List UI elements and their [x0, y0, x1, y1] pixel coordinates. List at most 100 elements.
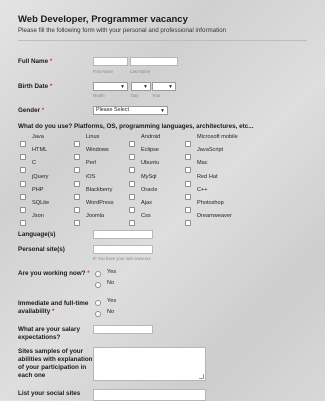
- working-no-radio[interactable]: [95, 282, 101, 288]
- checkbox-label: Ajax: [141, 200, 152, 206]
- checkbox-label: SQLite: [32, 200, 50, 206]
- platform-checkbox[interactable]: [74, 180, 80, 187]
- checkbox-label: MySql: [141, 173, 157, 180]
- platform-checkbox[interactable]: [129, 141, 135, 147]
- availability-no-label: No: [107, 309, 115, 315]
- checkbox-label: C: [32, 160, 37, 167]
- platform-checkbox[interactable]: [74, 220, 80, 227]
- required-mark: *: [49, 58, 53, 65]
- checkbox-label: Red Hat: [197, 173, 218, 180]
- platform-checkbox[interactable]: [129, 154, 135, 161]
- platform-checkbox[interactable]: [129, 167, 135, 174]
- platform-checkbox[interactable]: [185, 141, 191, 147]
- platform-checkbox[interactable]: [74, 193, 80, 200]
- checkbox-label: Css: [141, 213, 151, 220]
- birth-year-select[interactable]: ▼: [152, 82, 176, 91]
- platform-checkbox[interactable]: [20, 167, 26, 174]
- platform-checkbox[interactable]: [20, 220, 26, 227]
- gender-label: Gender *: [18, 107, 44, 115]
- working-now-label-text: Are you working now?: [18, 270, 86, 277]
- chevron-down-icon: ▼: [143, 84, 148, 90]
- required-mark: *: [49, 83, 53, 90]
- checkbox-label: PHP: [32, 186, 44, 193]
- platform-checkbox[interactable]: [74, 154, 80, 161]
- checkbox-label: Microsoft mobile: [197, 134, 238, 140]
- checkbox-label: C++: [197, 186, 208, 193]
- platform-checkbox[interactable]: [20, 154, 26, 161]
- checkbox-label: JavaScript: [197, 147, 224, 154]
- availability-no-radio[interactable]: [95, 311, 101, 317]
- languages-input[interactable]: [93, 230, 153, 239]
- full-name-label: Full Name *: [18, 58, 52, 66]
- personal-sites-hint: IF You have your own www.xxx: [93, 256, 151, 261]
- platform-checkbox[interactable]: [129, 207, 135, 213]
- checkbox-label: Blackberry: [86, 186, 113, 193]
- platform-checkbox[interactable]: [185, 193, 191, 200]
- platform-checkbox[interactable]: [20, 180, 26, 187]
- checkbox-label: Photoshop: [197, 200, 224, 206]
- working-yes-label: Yes: [107, 269, 117, 275]
- platform-checkbox[interactable]: [129, 220, 135, 227]
- platform-checkbox[interactable]: [74, 207, 80, 213]
- last-name-sublabel: Last Name: [130, 69, 151, 74]
- first-name-sublabel: First Name: [93, 69, 114, 74]
- resize-handle-icon[interactable]: [199, 374, 204, 379]
- birth-month-select[interactable]: ▼: [93, 82, 128, 91]
- platform-checkbox[interactable]: [129, 180, 135, 187]
- working-now-label: Are you working now? *: [18, 270, 90, 278]
- working-no-label: No: [107, 280, 115, 286]
- checkbox-label: Windows: [86, 147, 109, 154]
- platform-checkbox[interactable]: [185, 180, 191, 187]
- checkbox-label: Ubuntu: [141, 160, 160, 167]
- form-subtitle: Please fill the following form with your…: [18, 27, 227, 34]
- availability-yes-radio[interactable]: [95, 300, 101, 306]
- salary-input[interactable]: [93, 325, 153, 334]
- first-name-input[interactable]: [93, 57, 128, 66]
- required-mark: *: [51, 308, 55, 315]
- platform-checkbox[interactable]: [20, 207, 26, 213]
- birth-day-select[interactable]: ▼: [131, 82, 151, 91]
- platform-checkbox[interactable]: [185, 167, 191, 174]
- gender-selected-value: Please Select: [96, 107, 129, 113]
- checkbox-label: iOS: [86, 173, 96, 180]
- platform-checkbox[interactable]: [129, 193, 135, 200]
- checkbox-label: WordPress: [86, 200, 114, 206]
- gender-label-text: Gender: [18, 107, 41, 114]
- checkbox-label: Mac: [197, 160, 208, 167]
- platform-checkbox[interactable]: [185, 154, 191, 161]
- salary-label-line1: What are your salary: [18, 326, 80, 333]
- platform-checkbox[interactable]: [20, 141, 26, 147]
- birth-date-label: Birth Date *: [18, 83, 52, 91]
- personal-sites-label: Personal site(s): [18, 246, 65, 253]
- samples-textarea[interactable]: [93, 347, 206, 381]
- salary-label-line2: expectations?: [18, 334, 61, 341]
- birth-year-sublabel: Year: [152, 93, 161, 98]
- checkbox-label: HTML: [32, 147, 48, 154]
- last-name-input[interactable]: [130, 57, 178, 66]
- platform-checkbox[interactable]: [74, 167, 80, 174]
- chevron-down-icon: ▼: [120, 84, 125, 90]
- checkbox-label: Dreamweaver: [197, 213, 232, 220]
- full-name-label-text: Full Name: [18, 58, 49, 65]
- chevron-down-icon: ▼: [160, 108, 165, 114]
- checkbox-label: Eclipse: [141, 147, 160, 154]
- platform-checkbox[interactable]: [185, 207, 191, 213]
- social-label: List your social sites: [18, 390, 81, 397]
- personal-sites-input[interactable]: [93, 245, 153, 254]
- required-mark: *: [87, 270, 90, 277]
- checkbox-label: Json: [32, 213, 44, 220]
- availability-label: Immediate and full-time availability *: [18, 300, 88, 316]
- availability-label-line2: availability: [18, 308, 51, 315]
- birth-month-sublabel: Month: [93, 93, 105, 98]
- social-input[interactable]: [93, 389, 206, 401]
- gender-select[interactable]: Please Select ▼: [93, 106, 168, 115]
- form-title: Web Developer, Programmer vacancy: [18, 14, 188, 25]
- platform-checkbox[interactable]: [74, 141, 80, 147]
- samples-label: Sites samples of your abilities with exp…: [18, 348, 93, 380]
- checkbox-label: Oracle: [141, 186, 158, 193]
- samples-label-line1: Sites samples of your: [18, 348, 84, 355]
- platform-checkbox[interactable]: [20, 193, 26, 200]
- working-yes-radio[interactable]: [95, 271, 101, 277]
- platform-checkbox[interactable]: [185, 220, 191, 227]
- chevron-down-icon: ▼: [168, 84, 173, 90]
